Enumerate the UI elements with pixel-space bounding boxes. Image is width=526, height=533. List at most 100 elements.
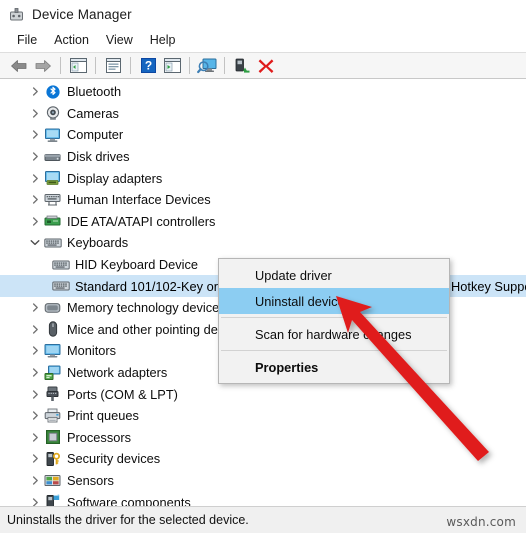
tree-item-disk-drives[interactable]: Disk drives (0, 146, 526, 168)
properties-button[interactable] (101, 55, 125, 77)
processor-icon (43, 429, 62, 445)
chevron-right-icon[interactable] (27, 152, 43, 161)
chevron-right-icon[interactable] (27, 217, 43, 226)
back-arrow-icon (11, 59, 27, 72)
title-bar: Device Manager (0, 0, 526, 28)
tree-item-label: Software components (67, 494, 191, 506)
chevron-right-icon[interactable] (27, 433, 43, 442)
tree-item-label: Human Interface Devices (67, 192, 211, 208)
tree-item-label: Keyboards (67, 235, 129, 251)
chevron-right-icon[interactable] (27, 389, 43, 399)
sensor-icon (43, 472, 62, 488)
chevron-right-icon[interactable] (27, 497, 43, 506)
tree-item-bluetooth[interactable]: Bluetooth (0, 81, 526, 103)
tree-item-software-components[interactable]: Software components (0, 491, 526, 506)
printer-icon (43, 408, 62, 424)
tree-item-label: Cameras (67, 105, 119, 121)
tree-item-label: Sensors (67, 472, 114, 488)
tree-item-ide-ata-atapi-controllers[interactable]: IDE ATA/ATAPI controllers (0, 211, 526, 233)
tree-item-processors[interactable]: Processors (0, 427, 526, 449)
update-driver-icon (163, 58, 181, 73)
window-title: Device Manager (32, 6, 132, 22)
computer-icon (43, 127, 62, 143)
update-driver-button[interactable] (160, 55, 184, 77)
toolbar-separator (60, 57, 61, 74)
chevron-right-icon[interactable] (27, 195, 43, 204)
menu-action[interactable]: Action (46, 31, 98, 49)
scan-hardware-changes-button[interactable] (195, 55, 219, 77)
context-menu[interactable]: Update driver Uninstall device Scan for … (218, 258, 450, 384)
tree-item-label: Computer (67, 127, 124, 143)
security-device-icon (43, 451, 62, 467)
chevron-right-icon[interactable] (27, 476, 43, 485)
camera-icon (43, 105, 62, 121)
toolbar-separator (189, 57, 190, 74)
ctx-properties[interactable]: Properties (219, 354, 449, 380)
ide-controller-icon (43, 213, 62, 229)
uninstall-device-button[interactable] (254, 55, 278, 77)
chevron-right-icon[interactable] (27, 174, 43, 183)
keyboard-icon (51, 257, 70, 273)
display-adapter-icon (43, 170, 62, 186)
enable-device-button[interactable] (230, 55, 254, 77)
ctx-scan-for-hardware-changes[interactable]: Scan for hardware changes (219, 321, 449, 347)
back-button[interactable] (7, 55, 31, 77)
keyboard-icon (51, 278, 70, 294)
memory-technology-icon (43, 300, 62, 316)
disk-drive-icon (43, 149, 62, 165)
tree-item-label: Security devices (67, 451, 161, 467)
tree-item-label: Processors (67, 429, 132, 445)
chevron-right-icon[interactable] (27, 303, 43, 312)
hid-icon (43, 192, 62, 208)
menu-help[interactable]: Help (142, 31, 185, 49)
tree-item-computer[interactable]: Computer (0, 124, 526, 146)
properties-icon (105, 58, 121, 73)
chevron-right-icon[interactable] (27, 325, 43, 334)
ctx-uninstall-device[interactable]: Uninstall device (219, 288, 449, 314)
tree-item-keyboards[interactable]: Keyboards (0, 232, 526, 254)
menu-file[interactable]: File (9, 31, 46, 49)
tree-item-label: Display adapters (67, 170, 163, 186)
bluetooth-icon (43, 84, 62, 100)
red-x-icon (258, 58, 274, 73)
tree-item-label: Print queues (67, 408, 139, 424)
svg-text:?: ? (144, 59, 151, 73)
tree-item-print-queues[interactable]: Print queues (0, 405, 526, 427)
chevron-right-icon[interactable] (27, 368, 43, 377)
chevron-right-icon[interactable] (27, 454, 43, 464)
forward-button[interactable] (31, 55, 55, 77)
tree-item-label: Ports (COM & LPT) (67, 386, 178, 402)
tree-item-label: Monitors (67, 343, 117, 359)
chevron-right-icon[interactable] (27, 130, 43, 140)
device-manager-window: Device Manager File Action View Help ? B… (0, 0, 526, 533)
tree-item-label: Bluetooth (67, 84, 122, 100)
toolbar-separator (130, 57, 131, 74)
context-menu-separator (221, 317, 447, 318)
tree-item-label: Disk drives (67, 149, 130, 165)
chevron-right-icon[interactable] (27, 87, 43, 96)
tree-item-sensors[interactable]: Sensors (0, 470, 526, 492)
help-question-icon: ? (140, 58, 156, 73)
tree-item-label: HID Keyboard Device (75, 257, 199, 273)
tree-item-security-devices[interactable]: Security devices (0, 448, 526, 470)
enable-device-icon (235, 58, 250, 73)
toolbar: ? (0, 52, 526, 79)
port-icon (43, 386, 62, 402)
tree-item-human-interface-devices[interactable]: Human Interface Devices (0, 189, 526, 211)
tree-item-ports[interactable]: Ports (COM & LPT) (0, 383, 526, 405)
help-button[interactable]: ? (136, 55, 160, 77)
software-component-icon (43, 494, 62, 506)
show-hide-console-tree-button[interactable] (66, 55, 90, 77)
device-manager-icon (8, 6, 25, 23)
toolbar-separator (95, 57, 96, 74)
ctx-update-driver[interactable]: Update driver (219, 262, 449, 288)
chevron-down-icon[interactable] (27, 238, 43, 247)
tree-item-display-adapters[interactable]: Display adapters (0, 167, 526, 189)
tree-item-cameras[interactable]: Cameras (0, 103, 526, 125)
chevron-right-icon[interactable] (27, 109, 43, 118)
chevron-right-icon[interactable] (27, 411, 43, 420)
chevron-right-icon[interactable] (27, 346, 43, 356)
menu-view[interactable]: View (98, 31, 142, 49)
tree-item-label: Network adapters (67, 365, 168, 381)
context-menu-separator (221, 350, 447, 351)
